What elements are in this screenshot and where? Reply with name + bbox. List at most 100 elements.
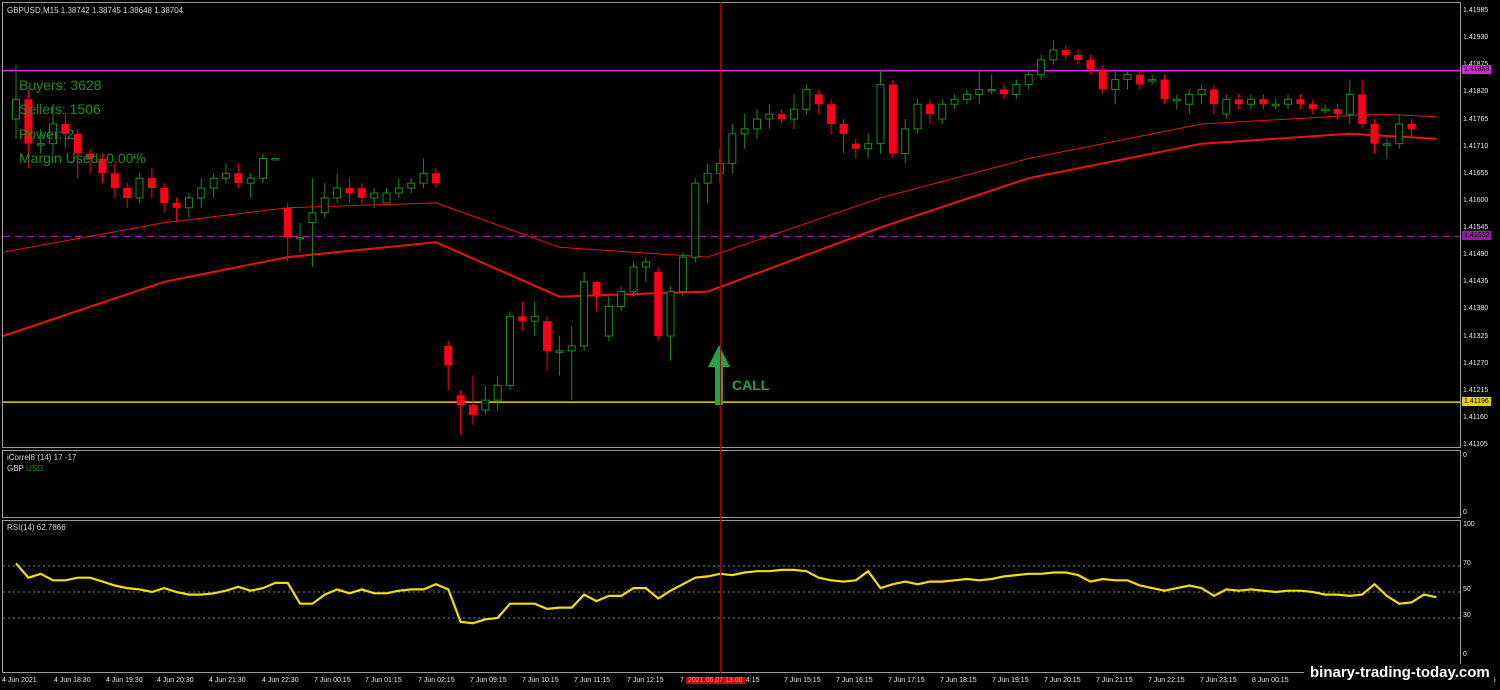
candle-body-bear (1086, 59, 1095, 70)
candle-body-bull (506, 315, 514, 386)
candle-body-bull (864, 143, 873, 150)
candle-body-bear (851, 143, 860, 149)
candle-body-bull (209, 177, 218, 189)
candle-body-bull (1197, 88, 1206, 95)
time-axis-label: 7 Jun 20:15 (1044, 677, 1081, 684)
candle-body-bull (604, 305, 613, 337)
candle-body-bull (184, 197, 193, 209)
candle-body-bear (160, 188, 169, 203)
candle-body-bull (481, 399, 490, 411)
candle-body-bull (259, 157, 267, 179)
candle-body-bull (394, 187, 403, 194)
candle-body-bull (1037, 59, 1046, 76)
candle-body-bull (1321, 108, 1330, 112)
margin-label: Margin Used: 0.00% (19, 150, 146, 166)
candle-body-bull (678, 256, 687, 293)
candle-body-bear (1333, 109, 1342, 115)
price-axis-label: 1.41985 (1463, 7, 1489, 14)
candle-body-bull (728, 133, 737, 164)
price-axis-label: 1.41105 (1463, 441, 1488, 448)
candle-body-bull (950, 98, 959, 105)
time-axis-label: 7 Jun 11:15 (574, 677, 611, 684)
candle-body-bear (123, 188, 132, 198)
middle-price-tag: 1.41532 (1462, 230, 1492, 240)
rsi-indicator-pane[interactable]: RSI(14) 62.7866 (2, 520, 1461, 673)
price-axis-label: 1.41930 (1463, 34, 1489, 42)
candle-body-bull (1382, 143, 1391, 146)
candle-body-bull (567, 345, 576, 352)
time-axis-label: 7 Jun 12:15 (627, 677, 664, 684)
candle-body-bear (1098, 69, 1107, 90)
candle-body-bull (691, 182, 700, 258)
price-axis-label: 1.41490 (1463, 251, 1489, 259)
time-axis-label: 7 Jun 21:15 (1096, 677, 1133, 684)
time-axis-label: 8 Jun 00:15 (1252, 677, 1289, 684)
price-axis-label: 1.41160 (1463, 413, 1488, 421)
time-axis-label: 7 Jun 23:15 (1200, 677, 1237, 684)
candle-body-bear (283, 207, 292, 238)
candle-body-bear (1061, 49, 1070, 55)
buyers-label: Buyers: 3628 (19, 77, 102, 93)
time-axis-label: 4 Jun 21:30 (209, 677, 246, 684)
rsi-axis-label: 70 (1463, 560, 1471, 567)
resistance-price-tag: 1.41868 (1462, 65, 1492, 75)
candle-body-bear (543, 321, 552, 351)
correlation-title: iCorrel8 (14) 17 -17 (7, 453, 77, 462)
candle-body-bull (308, 212, 317, 224)
candle-body-bull (1172, 98, 1181, 102)
rsi-canvas[interactable] (3, 521, 1460, 672)
candle-body-bull (987, 88, 996, 92)
rsi-axis-label: 0 (1463, 651, 1467, 658)
candle-body-bull (1247, 98, 1255, 105)
rsi-line (15, 562, 1437, 625)
rsi-title: RSI(14) 62.7866 (7, 523, 66, 532)
price-axis-label: 1.41820 (1463, 88, 1489, 96)
candle-body-bear (1000, 89, 1008, 95)
candle-body-bull (1148, 79, 1157, 82)
candle-body-bull (271, 157, 280, 161)
candle-body-bull (1049, 49, 1058, 61)
chart-header: GBPUSD,M15 1.38742 1.38745 1.38648 1.387… (7, 6, 184, 15)
candle-body-bull (370, 192, 379, 199)
candle-body-bull (790, 108, 799, 120)
candle-body-bear (1074, 54, 1083, 60)
rsi-axis-label: 100 (1463, 521, 1475, 528)
time-axis-label: 14:15 (742, 677, 760, 684)
sellers-label: Sellers: 1506 (19, 101, 101, 117)
price-axis-label: 1.41655 (1463, 169, 1489, 177)
candle-body-bull (753, 118, 761, 130)
candle-body-bull (1024, 74, 1033, 86)
candle-body-bear (1259, 99, 1268, 105)
corr-axis-bottom: 0 (1463, 509, 1467, 516)
candle-body-bull (333, 187, 342, 199)
candle-body-bull (36, 143, 45, 146)
rsi-axis-label: 30 (1463, 612, 1471, 619)
correlation-indicator-pane[interactable]: iCorrel8 (14) 17 -17 GBP USD (2, 450, 1461, 518)
candle-body-bear (518, 316, 527, 322)
candle-body-bear (1308, 104, 1317, 110)
call-arrow-icon (708, 345, 730, 405)
price-axis-label: 1.41215 (1463, 386, 1489, 394)
candle-body-bull (740, 128, 749, 135)
candle-body-bull (1395, 123, 1404, 145)
candle-body-bull (876, 84, 885, 145)
price-axis-label: 1.41710 (1463, 142, 1489, 150)
candle-body-bull (320, 197, 329, 214)
candle-body-bull (493, 384, 502, 401)
time-axis-label: 7 Jun 18:15 (940, 677, 977, 684)
time-axis-label: 7 Jun 10:15 (522, 677, 559, 684)
cursor-time-label: 2021.06.07 13:00 (686, 677, 745, 684)
candle-body-bull (580, 281, 589, 347)
candle-body-bull (197, 187, 206, 199)
candle-body-bull (802, 88, 811, 110)
time-axis-label: 7 Jun 22:15 (1148, 677, 1185, 684)
time-axis-label: 7 Jun 17:15 (888, 677, 925, 684)
time-axis-label: 4 Jun 19:30 (106, 677, 143, 684)
candle-body-bull (221, 172, 230, 179)
price-axis-label: 1.41325 (1463, 332, 1489, 340)
candle-body-bull (530, 315, 539, 322)
price-axis-label: 1.41765 (1463, 115, 1489, 123)
candle-body-bear (172, 202, 181, 208)
candle-body-bull (666, 291, 675, 337)
candle-body-bull (1185, 93, 1194, 105)
